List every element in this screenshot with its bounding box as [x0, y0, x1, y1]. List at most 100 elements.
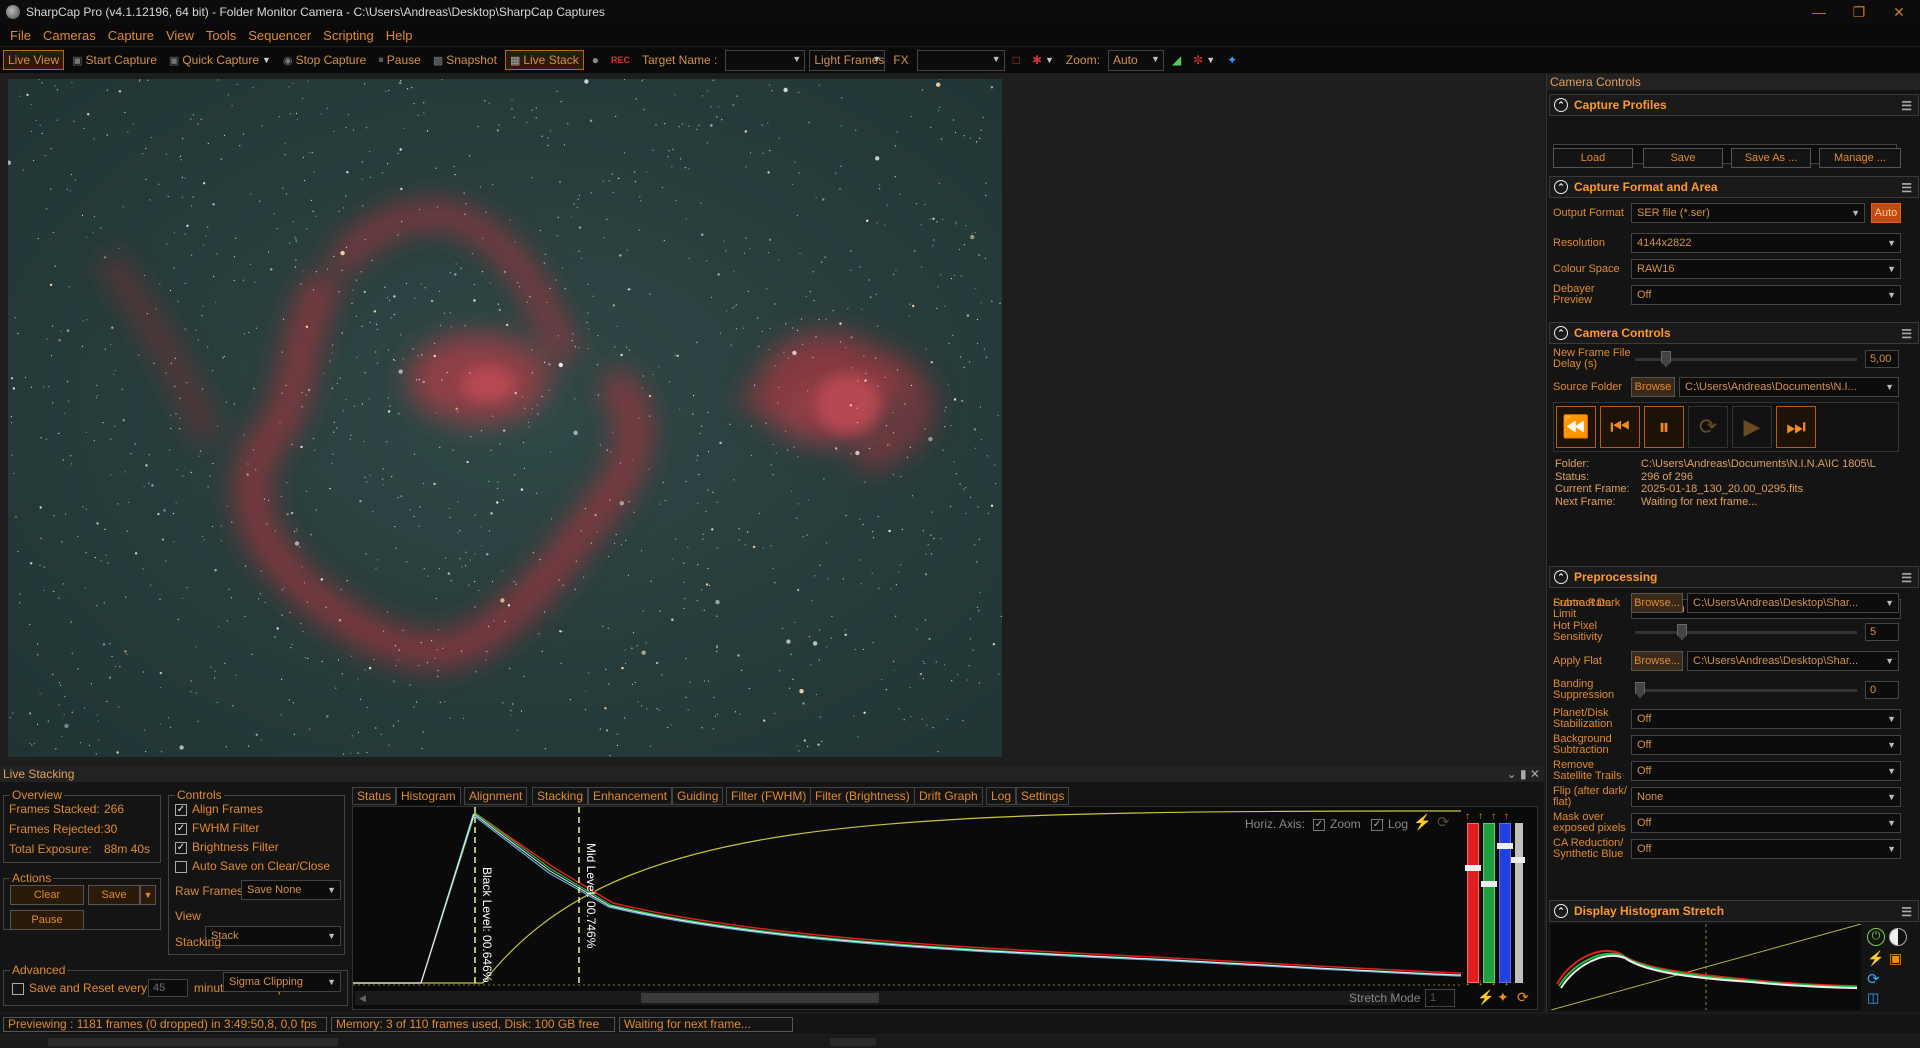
luminance-slider[interactable]	[1515, 823, 1523, 983]
brightness-filter-checkbox[interactable]: ✓ Brightness Filter	[175, 840, 279, 854]
arrow-up-icon[interactable]: ↑↑↑↑	[1465, 811, 1517, 822]
checkbox-unchecked[interactable]	[12, 982, 24, 995]
source-folder-select[interactable]: C:\Users\Andreas\Documents\N.I... ▼	[1679, 377, 1899, 397]
display-histogram-plot[interactable]	[1551, 924, 1861, 1010]
mask-select[interactable]: Off ▼	[1631, 813, 1901, 833]
tab-drift-graph[interactable]: Drift Graph	[914, 787, 983, 805]
focus-button[interactable]: ✼ ▼	[1189, 50, 1219, 70]
menu-icon[interactable]: ☰	[1901, 181, 1912, 195]
checkbox-checked[interactable]: ✓	[1313, 818, 1325, 831]
scrollbar-thumb[interactable]	[641, 993, 879, 1003]
stretch-mode-input[interactable]: 1	[1425, 989, 1455, 1007]
checkbox-checked[interactable]: ✓	[1371, 818, 1383, 831]
chevron-down-icon[interactable]: ▼	[140, 885, 156, 905]
frame-type-select[interactable]: Light Frames ▼	[809, 49, 886, 71]
rewind-icon[interactable]: ⏪	[1556, 406, 1596, 448]
reset-icon[interactable]: ⟳	[1867, 970, 1880, 988]
hot-pixel-input[interactable]: 5	[1865, 623, 1899, 641]
slider-thumb[interactable]	[1465, 865, 1481, 871]
tab-settings[interactable]: Settings	[1016, 787, 1070, 805]
camera-controls-header[interactable]: ⌃ Camera Controls ☰	[1549, 322, 1919, 344]
stacking-select[interactable]: Sigma Clipping ▼	[223, 972, 341, 992]
capture-profiles-header[interactable]: ⌃ Capture Profiles ☰	[1549, 94, 1919, 116]
menu-help[interactable]: Help	[386, 28, 413, 43]
tab-status[interactable]: Status	[352, 787, 397, 805]
zoom-checkbox[interactable]: ✓ Zoom	[1313, 817, 1361, 831]
reset-icon[interactable]: ⟳	[1437, 813, 1450, 831]
fx-select[interactable]: ▼	[916, 49, 1005, 71]
start-capture-button[interactable]: ▣ Start Capture	[68, 50, 161, 70]
lightning-icon[interactable]: ⚡	[1413, 813, 1432, 831]
menu-scripting[interactable]: Scripting	[323, 28, 374, 43]
taskbar-item[interactable]	[48, 1038, 338, 1046]
menu-icon[interactable]: ☰	[1901, 905, 1912, 919]
checkbox-unchecked[interactable]	[175, 860, 187, 873]
log-checkbox[interactable]: ✓ Log	[1371, 817, 1408, 831]
capture-format-header[interactable]: ⌃ Capture Format and Area ☰	[1549, 176, 1919, 198]
save-reset-checkbox[interactable]: Save and Reset every	[12, 981, 147, 995]
channel-level-sliders[interactable]: ↑↑↑↑ ↓↓↓↓	[1465, 811, 1525, 989]
preprocessing-header[interactable]: ⌃ Preprocessing ☰	[1549, 566, 1919, 588]
checkbox-checked[interactable]: ✓	[175, 841, 187, 854]
ca-select[interactable]: Off ▼	[1631, 839, 1901, 859]
tab-stacking[interactable]: Stacking	[532, 787, 589, 805]
green-slider[interactable]	[1483, 823, 1495, 983]
planet-select[interactable]: Off ▼	[1631, 709, 1901, 729]
moon-button[interactable]: ●	[588, 50, 603, 70]
raw-frames-select[interactable]: Save None ▼	[241, 880, 341, 900]
live-stack-button[interactable]: ▦ Live Stack	[504, 50, 584, 70]
lightning-icon[interactable]: ⚡	[1867, 950, 1884, 967]
snapshot-button[interactable]: ▩ Snapshot	[429, 50, 501, 70]
fwhm-filter-checkbox[interactable]: ✓ FWHM Filter	[175, 821, 259, 835]
tab-log[interactable]: Log	[986, 787, 1017, 805]
clear-stack-button[interactable]: Clear	[10, 885, 84, 905]
slider-thumb[interactable]	[1635, 682, 1645, 698]
lock-icon[interactable]: ▣	[1889, 950, 1902, 967]
menu-cameras[interactable]: Cameras	[43, 28, 96, 43]
save-profile-button[interactable]: Save	[1643, 148, 1723, 168]
reticle-button[interactable]: □	[1009, 50, 1024, 70]
view-select[interactable]: Stack ▼	[205, 926, 341, 946]
collapse-icon[interactable]: ⌃	[1554, 570, 1568, 584]
menu-icon[interactable]: ☰	[1901, 99, 1912, 113]
target-name-select[interactable]: ▼	[725, 49, 806, 71]
slider-thumb[interactable]	[1481, 881, 1497, 887]
collapse-icon[interactable]: ⌃	[1554, 98, 1568, 112]
apply-flat-browse-button[interactable]: Browse...	[1631, 651, 1683, 671]
save-icon[interactable]: ◫	[1867, 990, 1879, 1006]
pause-playback-icon[interactable]: ⏸	[1644, 406, 1684, 448]
slider-thumb[interactable]	[1677, 624, 1687, 640]
menu-capture[interactable]: Capture	[108, 28, 154, 43]
colour-space-select[interactable]: RAW16 ▼	[1631, 259, 1901, 279]
banding-input[interactable]: 0	[1865, 681, 1899, 699]
align-frames-checkbox[interactable]: ✓ Align Frames	[175, 802, 263, 816]
menu-icon[interactable]: ☰	[1901, 327, 1912, 341]
power-icon[interactable]: ⏻	[1867, 928, 1885, 946]
star-icon[interactable]: ✦	[1497, 989, 1509, 1006]
play-icon[interactable]: ▶	[1732, 406, 1772, 448]
skip-back-icon[interactable]: ⏮	[1600, 406, 1640, 448]
live-view-button[interactable]: Live View	[3, 50, 65, 70]
menu-tools[interactable]: Tools	[206, 28, 236, 43]
tab-filter-brightness[interactable]: Filter (Brightness)	[810, 787, 915, 805]
apply-flat-select[interactable]: C:\Users\Andreas\Desktop\Shar... ▼	[1687, 651, 1899, 671]
tab-alignment[interactable]: Alignment	[464, 787, 528, 805]
auto-save-checkbox[interactable]: Auto Save on Clear/Close	[175, 859, 330, 873]
stack-histogram-plot[interactable]: Black Level: 00.646% Mid Level: 00.746%	[353, 807, 1461, 987]
resolution-select[interactable]: 4144x2822 ▼	[1631, 233, 1901, 253]
slider-thumb[interactable]	[1497, 843, 1513, 849]
menu-icon[interactable]: ☰	[1901, 571, 1912, 585]
slider-thumb[interactable]	[1661, 351, 1671, 367]
lightning-icon[interactable]: ⚡	[1477, 989, 1494, 1006]
checkbox-checked[interactable]: ✓	[175, 822, 187, 835]
save-as-profile-button[interactable]: Save As ...	[1731, 148, 1811, 168]
quick-capture-button[interactable]: ▣ Quick Capture ▼	[165, 50, 275, 70]
collapse-icon[interactable]: ⌃	[1554, 180, 1568, 194]
pause-button[interactable]: ⏸ Pause	[374, 50, 425, 70]
menu-view[interactable]: View	[166, 28, 194, 43]
debayer-select[interactable]: Off ▼	[1631, 285, 1901, 305]
refresh-icon[interactable]: ⟳	[1688, 406, 1728, 448]
arrow-down-icon[interactable]: ↓↓↓↓	[1465, 977, 1517, 988]
zoom-select[interactable]: Auto ▼	[1107, 49, 1164, 71]
load-profile-button[interactable]: Load	[1553, 148, 1633, 168]
